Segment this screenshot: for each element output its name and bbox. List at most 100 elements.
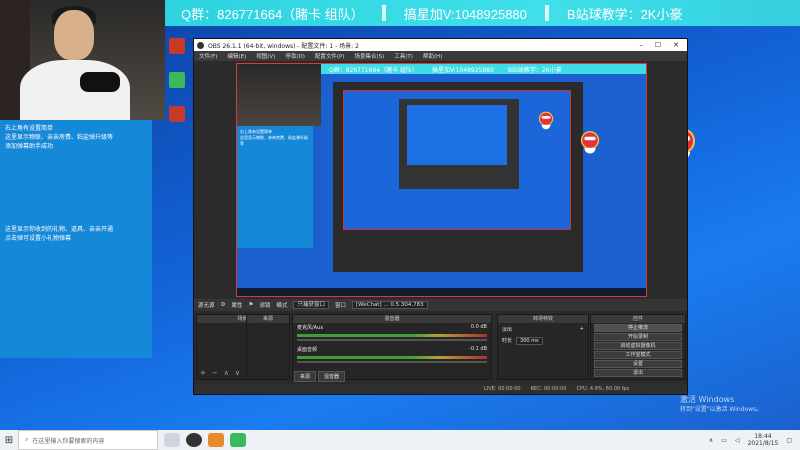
obs-logo-icon: [197, 41, 204, 49]
windows-start-icon[interactable]: ⊞: [0, 435, 18, 446]
gear-icon[interactable]: ⚙: [221, 302, 226, 308]
desktop-icon-nvidia[interactable]: [166, 106, 188, 124]
network-icon[interactable]: ▭: [721, 437, 727, 444]
preview-nested-obs: [333, 82, 583, 272]
cpu-status: CPU: 4.9%, 60.00 fps: [576, 386, 630, 392]
tray-arrow-icon[interactable]: ∧: [709, 437, 713, 444]
preview-banner-qq: Q群：826771664（賭卡 组队）: [329, 66, 418, 74]
settings-button[interactable]: 设置: [594, 360, 682, 368]
search-placeholder: 在这里输入你要搜索的内容: [32, 437, 105, 445]
overlay-line: 这里显示物联、亲亲房费、粘盐弹升级等: [5, 134, 114, 141]
obs-statusbar: LIVE: 00:00:00 REC: 00:00:00 CPU: 4.9%, …: [194, 384, 687, 394]
mixer-channel-name: 桌面音频: [297, 347, 318, 353]
volume-slider[interactable]: [297, 339, 487, 341]
menu-edit[interactable]: 编辑(E): [227, 52, 246, 60]
clock-time: 18:44: [754, 433, 772, 440]
preview-overlay-line: 这里显示物联、亲亲房费、粘盐弹升级等: [240, 135, 308, 146]
stream-banner: Q群：826771664（賭卡 组队） 搞星加V:1048925880 B站球教…: [165, 0, 800, 26]
lion-mascot-icon: [538, 111, 554, 131]
audio-meter: [297, 334, 487, 337]
controls-dock-title: 控件: [591, 315, 685, 323]
volume-icon[interactable]: ◁: [735, 437, 740, 444]
preview-banner-contact: 搞星加V:1048925880: [432, 66, 494, 74]
minimize-icon[interactable]: –: [639, 41, 643, 49]
menu-scene-collection[interactable]: 场景集合(S): [354, 52, 384, 60]
activate-windows-watermark: 激活 Windows 转到"设置"以激活 Windows。: [680, 395, 762, 415]
menu-docks[interactable]: 停靠(D): [285, 52, 305, 60]
nvidia-icon: [169, 106, 185, 122]
preview-overlay-panel: 右上角有设置简单 这里显示物联、亲亲房费、粘盐弹升级等: [237, 126, 313, 248]
menu-profile[interactable]: 配置文件(P): [315, 52, 345, 60]
banner-contact: 搞星加V:1048925880: [403, 6, 527, 22]
desktop-icon-pubg[interactable]: [166, 38, 188, 56]
obs-title: OBS 26.1.1 (64-bit, windows) - 配置文件: 1 -…: [208, 42, 359, 50]
chat-overlay-panel: 右上角有设置简单 这里显示物联、亲亲房费、粘盐弹升级等 添加弹幕助手成功 这里显…: [0, 120, 152, 358]
desktop-icon-wechat[interactable]: [166, 72, 188, 90]
volume-slider[interactable]: [297, 361, 487, 363]
add-icon[interactable]: +: [580, 326, 584, 333]
activate-subtitle: 转到"设置"以激活 Windows。: [680, 406, 763, 413]
mixer-channel-name: 麦克风/Aux: [297, 325, 324, 331]
maximize-icon[interactable]: ☐: [655, 41, 661, 49]
notifications-icon[interactable]: ▢: [786, 437, 792, 444]
mode-select[interactable]: 只捕获窗口: [293, 301, 329, 309]
app-taskbar-icon[interactable]: [208, 433, 224, 447]
stop-streaming-button[interactable]: 停止推流: [594, 324, 682, 332]
menu-file[interactable]: 文件(F): [199, 52, 217, 60]
mixer-channel-db: -0.1 dB: [469, 346, 487, 352]
filter-icon[interactable]: ⚑: [248, 302, 253, 308]
preview-taskbar: [237, 288, 646, 296]
move-down-icon[interactable]: ∨: [235, 369, 240, 377]
start-virtual-camera-button[interactable]: 启动虚拟摄像机: [594, 342, 682, 350]
menu-view[interactable]: 视图(V): [256, 52, 275, 60]
taskbar-search-box[interactable]: ⌕ 在这里输入你要搜索的内容: [18, 430, 158, 450]
duration-input[interactable]: 300 ms: [516, 337, 543, 345]
obs-taskbar-icon[interactable]: [186, 433, 202, 447]
wechat-icon: [169, 72, 185, 88]
source-toolbar: 源无源 ⚙ 属性 ⚑ 滤镜 模式 只捕获窗口 窗口 [WeChat] ... 0…: [194, 299, 687, 311]
obs-menubar: 文件(F) 编辑(E) 视图(V) 停靠(D) 配置文件(P) 场景集合(S) …: [194, 51, 687, 61]
lion-mascot-icon: [580, 131, 600, 155]
transitions-dock: 转场特效 淡出 + 时长 300 ms: [497, 314, 589, 380]
close-icon[interactable]: ✕: [673, 41, 679, 49]
move-up-icon[interactable]: ∧: [224, 369, 229, 377]
window-label: 窗口: [334, 303, 346, 309]
exit-button[interactable]: 退出: [594, 369, 682, 377]
preview-nested-obs-inner: [399, 99, 519, 189]
search-icon: ⌕: [25, 436, 29, 443]
sources-dock: 来源: [246, 314, 290, 380]
window-select[interactable]: [WeChat] ... 0.5.304.783: [351, 301, 428, 309]
clock[interactable]: 18:44 2021/8/15: [748, 433, 779, 447]
overlay-line: 点击弹可设置小礼物弹幕: [5, 235, 72, 242]
overlay-line: 右上角有设置简单: [5, 125, 54, 132]
controls-dock: 控件 停止推流 开始录制 启动虚拟摄像机 工作室模式 设置 退出: [590, 314, 686, 380]
obs-preview-canvas[interactable]: Q群：826771664（賭卡 组队） 搞星加V:1048925880 B站球教…: [236, 63, 647, 297]
tab-sources[interactable]: 来源: [294, 371, 317, 382]
start-recording-button[interactable]: 开始录制: [594, 333, 682, 341]
rec-status: REC: 00:00:00: [530, 386, 567, 392]
audio-meter: [297, 356, 487, 359]
mixer-channel-db: 0.0 dB: [470, 324, 487, 330]
tab-mixer[interactable]: 混音器: [318, 371, 346, 382]
preview-banner: Q群：826771664（賭卡 组队） 搞星加V:1048925880 B站球教…: [321, 64, 646, 74]
preview-webcam: [237, 64, 321, 126]
menu-tools[interactable]: 工具(T): [394, 52, 413, 60]
activate-title: 激活 Windows: [680, 395, 735, 404]
properties-button[interactable]: 属性: [231, 301, 242, 309]
add-icon[interactable]: +: [200, 369, 206, 377]
mode-label: 模式: [276, 303, 288, 309]
wechat-taskbar-icon[interactable]: [230, 433, 246, 447]
task-view-icon[interactable]: [164, 433, 180, 447]
overlay-line: 添加弹幕助手成功: [5, 143, 54, 150]
clock-date: 2021/8/15: [747, 440, 779, 447]
transition-select[interactable]: 淡出: [502, 326, 512, 333]
sources-label: 源无源: [198, 303, 215, 309]
filters-button[interactable]: 滤镜: [259, 301, 270, 309]
live-status: LIVE: 00:00:00: [484, 386, 521, 392]
webcam-feed: [0, 0, 165, 120]
studio-mode-button[interactable]: 工作室模式: [594, 351, 682, 359]
transitions-dock-title: 转场特效: [498, 315, 588, 323]
banner-qq-group: Q群：826771664（賭卡 组队）: [181, 6, 364, 22]
menu-help[interactable]: 帮助(H): [423, 52, 442, 60]
remove-icon[interactable]: −: [212, 369, 218, 377]
